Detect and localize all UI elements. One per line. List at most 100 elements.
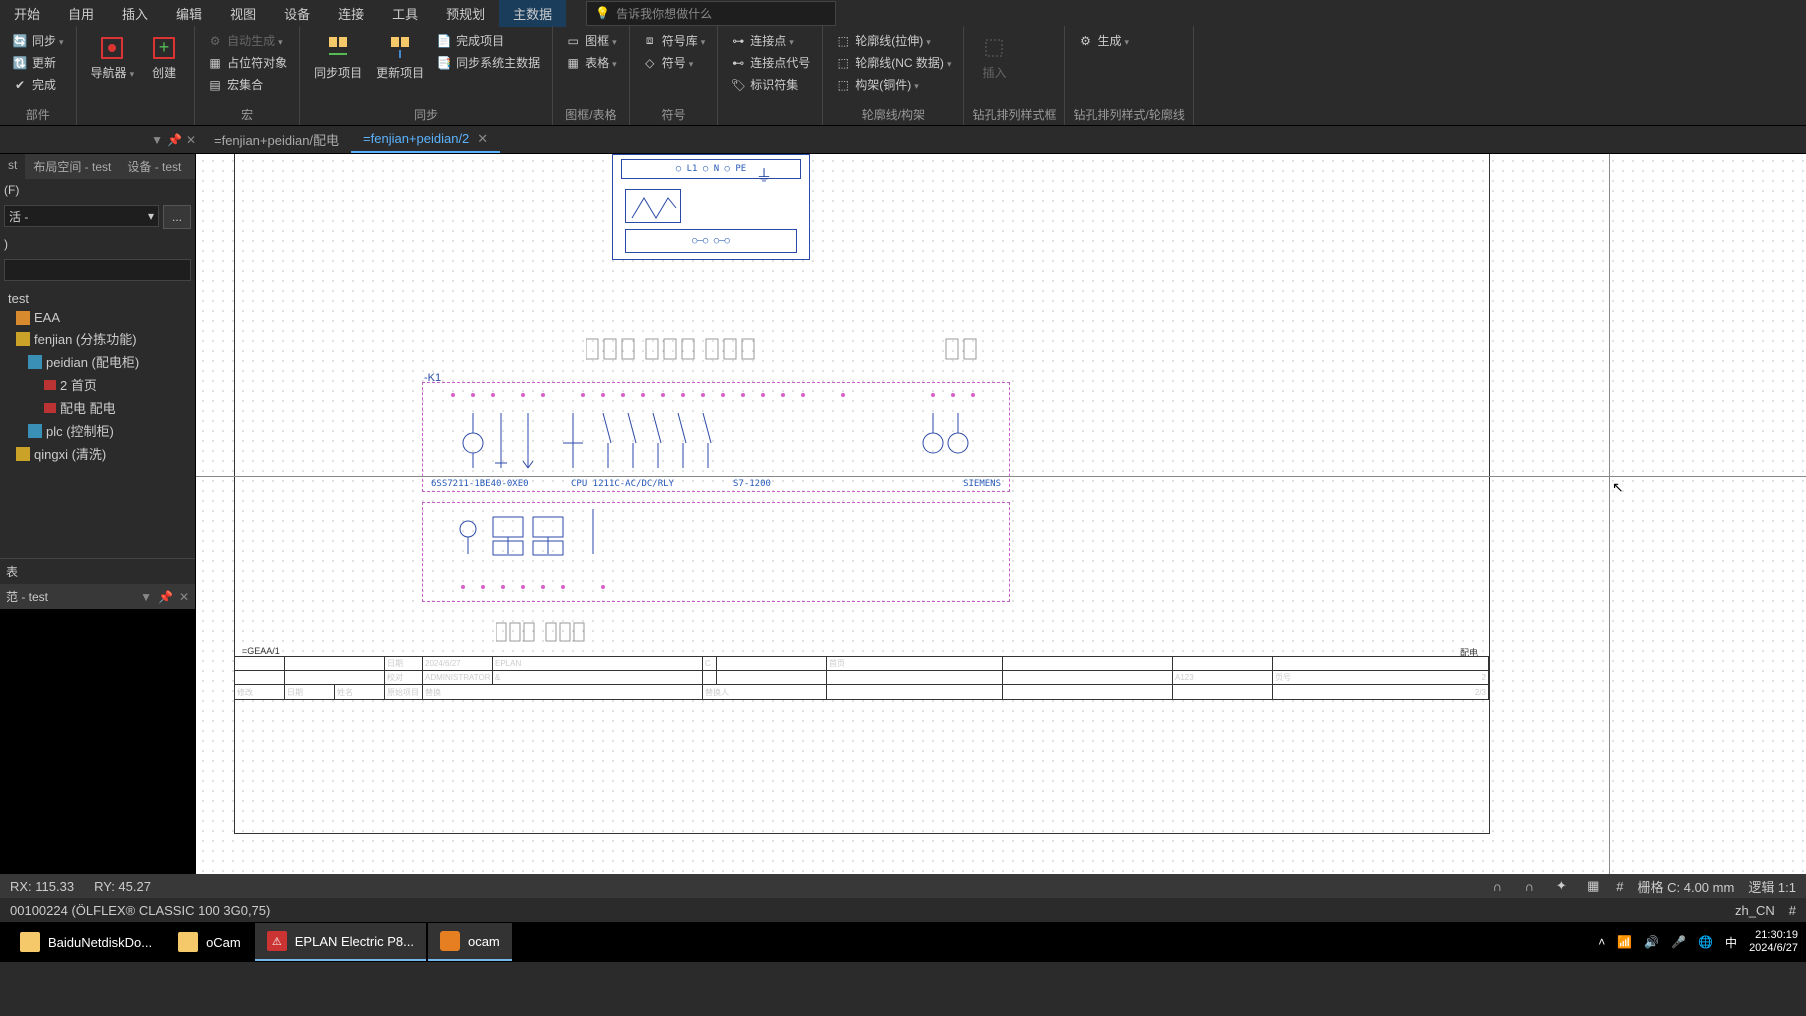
grid-icon[interactable]: ▦ <box>1584 877 1602 895</box>
menu-preplan[interactable]: 预规划 <box>432 0 499 27</box>
complete-icon: ✔ <box>12 77 28 93</box>
tray-wifi-icon[interactable]: 📶 <box>1617 935 1632 949</box>
symbol-button[interactable]: ◇符号 <box>638 52 710 73</box>
insert-button: 插入 <box>972 30 1016 83</box>
device-sub-1 <box>625 189 681 223</box>
task-eplan[interactable]: ⚠ EPLAN Electric P8... <box>255 923 426 961</box>
snap-icon[interactable]: ∩ <box>1488 877 1506 895</box>
menu-device[interactable]: 设备 <box>270 0 324 27</box>
task-ocam-folder[interactable]: oCam <box>166 923 253 961</box>
tree-item-plc[interactable]: plc (控制柜) <box>0 419 195 442</box>
menu-custom[interactable]: 自用 <box>54 0 108 27</box>
complproj-button[interactable]: 📄完成项目 <box>432 30 544 51</box>
tree-item-fenjian[interactable]: fenjian (分拣功能) <box>0 327 195 350</box>
terminal-strip-bottom <box>496 620 796 646</box>
tree-item-peidian[interactable]: peidian (配电柜) <box>0 350 195 373</box>
tray-clock[interactable]: 21:30:19 2024/6/27 <box>1749 929 1798 955</box>
contour-ext-icon: ⬚ <box>835 33 851 49</box>
group-label-frame: 图框/表格 <box>561 104 621 123</box>
tree-item-root[interactable]: test <box>0 289 195 308</box>
status-cable: 00100224 (ÖLFLEX® CLASSIC 100 3G0,75) <box>10 903 270 918</box>
drawing-canvas[interactable]: ○ L1 ○ N ○ PE ○—○ ○—○ ⏚ -K1 <box>196 154 1806 874</box>
create-icon: + <box>148 32 180 64</box>
tree-item-eaa[interactable]: EAA <box>0 308 195 327</box>
doc-tab-2[interactable]: =fenjian+peidian/2 ✕ <box>351 127 500 153</box>
menu-edit[interactable]: 编辑 <box>162 0 216 27</box>
ribbon-group-drill1: 插入 钻孔排列样式框 <box>964 26 1065 125</box>
syncsys-button[interactable]: 📑同步系统主数据 <box>432 52 544 73</box>
section-table[interactable]: 表 <box>0 558 195 584</box>
panel-tab-st[interactable]: st <box>0 154 25 179</box>
create-button[interactable]: +创建 <box>142 30 186 83</box>
filter-select[interactable]: 活 -▾ <box>4 205 159 227</box>
task-ocam[interactable]: ocam <box>428 923 512 961</box>
left-panel-controls: ▼ 📌 ✕ <box>0 133 196 147</box>
idset-icon: 🏷 <box>730 77 746 93</box>
insert-icon <box>978 32 1010 64</box>
frame-icon: ▭ <box>565 33 581 49</box>
plc-box-lower[interactable] <box>422 502 1010 602</box>
updateproj-button[interactable]: 更新项目 <box>370 30 430 83</box>
task-baidu[interactable]: BaiduNetdiskDo... <box>8 923 164 961</box>
menu-tools[interactable]: 工具 <box>378 0 432 27</box>
section-preview-header: 范 - test ▼ 📌 ✕ <box>0 584 195 609</box>
tree-item-page-2[interactable]: 2 首页 <box>0 373 195 396</box>
device-box-top[interactable]: ○ L1 ○ N ○ PE ○—○ ○—○ <box>612 154 810 260</box>
idset-button[interactable]: 🏷标识符集 <box>726 74 814 95</box>
doc-tab-1[interactable]: =fenjian+peidian/配电 <box>202 126 351 153</box>
table-button[interactable]: ▦表格 <box>561 52 621 73</box>
update-icon: 🔃 <box>12 55 28 71</box>
close-icon[interactable]: ✕ <box>477 131 488 147</box>
dropdown-icon[interactable]: ▼ <box>140 590 152 604</box>
tray-volume-icon[interactable]: 🔊 <box>1644 935 1659 949</box>
symlib-button[interactable]: ⧈符号库 <box>638 30 710 51</box>
close-icon[interactable]: ✕ <box>179 590 189 604</box>
menu-connect[interactable]: 连接 <box>324 0 378 27</box>
conn-button[interactable]: ⊶连接点 <box>726 30 814 51</box>
snap2-icon[interactable]: ∩ <box>1520 877 1538 895</box>
connid-button[interactable]: ⊷连接点代号 <box>726 52 814 73</box>
pin-icon[interactable]: 📌 <box>167 133 182 147</box>
contour-nc-button[interactable]: ⬚轮廓线(NC 数据) <box>831 52 955 73</box>
tree-item-qingxi[interactable]: qingxi (清洗) <box>0 442 195 465</box>
pin-icon[interactable]: 📌 <box>158 590 173 604</box>
ribbon-group-frame: ▭图框 ▦表格 图框/表格 <box>553 26 630 125</box>
update-button[interactable]: 🔃更新 <box>8 52 68 73</box>
macroset-button[interactable]: ▤宏集合 <box>203 74 291 95</box>
sync-button[interactable]: 🔄同步 <box>8 30 68 51</box>
panel-tab-layout[interactable]: 布局空间 - test <box>25 154 119 179</box>
complete-button[interactable]: ✔完成 <box>8 74 68 95</box>
syncproj-button[interactable]: 同步项目 <box>308 30 368 83</box>
tray-mic-icon[interactable]: 🎤 <box>1671 935 1686 949</box>
menu-insert[interactable]: 插入 <box>108 0 162 27</box>
autogen-button[interactable]: ⚙自动生成 <box>203 30 291 51</box>
menu-start[interactable]: 开始 <box>0 0 54 27</box>
target-icon[interactable]: ✦ <box>1552 877 1570 895</box>
dropdown-icon[interactable]: ▼ <box>151 133 163 147</box>
tree-search-input[interactable] <box>4 259 191 281</box>
tray-chevron-icon[interactable]: ˄ <box>1598 935 1605 949</box>
menu-bar: 开始 自用 插入 编辑 视图 设备 连接 工具 预规划 主数据 💡 告诉我你想做… <box>0 0 1806 26</box>
panel-tab-device[interactable]: 设备 - test <box>119 154 189 179</box>
menu-view[interactable]: 视图 <box>216 0 270 27</box>
syncproj-icon <box>322 32 354 64</box>
placeholder-button[interactable]: ▦占位符对象 <box>203 52 291 73</box>
navigator-button[interactable]: 导航器 <box>85 30 141 83</box>
tell-me-search[interactable]: 💡 告诉我你想做什么 <box>586 1 836 26</box>
preview-title: 范 - test <box>6 588 48 605</box>
frame-button[interactable]: ▭图框 <box>561 30 621 51</box>
tree-item-page-pd[interactable]: 配电 配电 <box>0 396 195 419</box>
ribbon-group-parts: 🔄同步 🔃更新 ✔完成 部件 <box>0 26 77 125</box>
frame-cu-button[interactable]: ⬚构架(铜件) <box>831 74 955 95</box>
status-ry: RY: 45.27 <box>94 879 151 894</box>
tray-ime[interactable]: 中 <box>1725 934 1737 951</box>
close-panel-icon[interactable]: ✕ <box>186 133 196 147</box>
group-label-parts: 部件 <box>8 104 68 123</box>
folder-icon <box>178 932 198 952</box>
lower-internals <box>453 509 653 565</box>
filter-more-button[interactable]: ... <box>163 205 191 229</box>
generate-button[interactable]: ⚙生成 <box>1073 30 1133 51</box>
menu-masterdata[interactable]: 主数据 <box>499 0 566 27</box>
tray-globe-icon[interactable]: 🌐 <box>1698 935 1713 949</box>
contour-ext-button[interactable]: ⬚轮廓线(拉伸) <box>831 30 955 51</box>
